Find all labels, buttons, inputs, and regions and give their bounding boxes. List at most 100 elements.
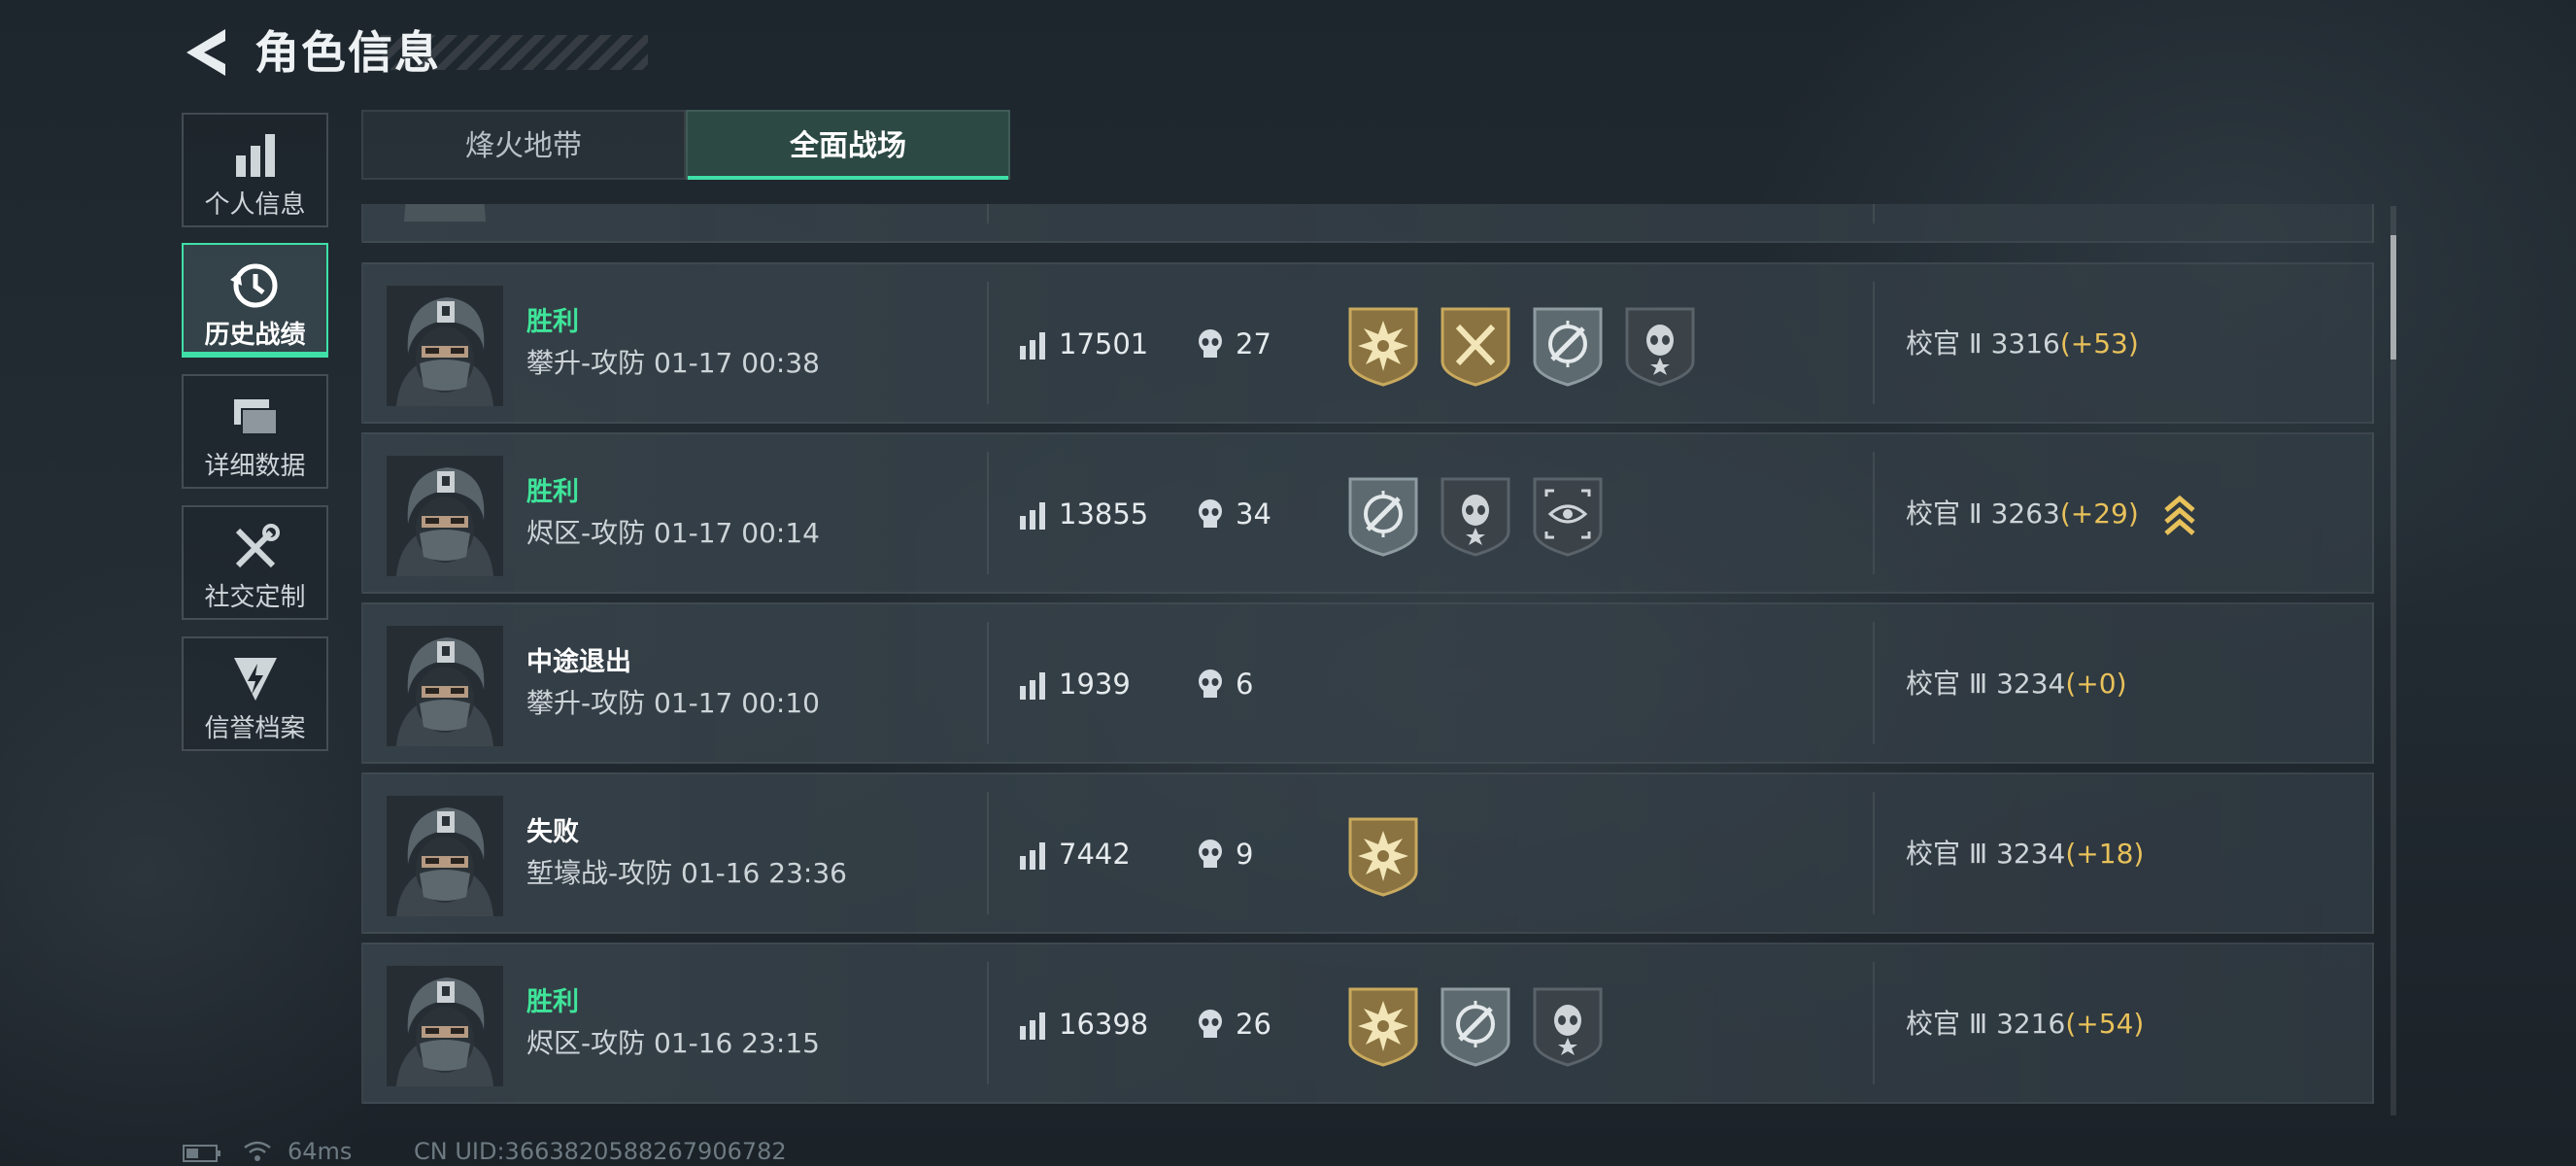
player-uid: CN UID:3663820588267906782 [414,1138,787,1165]
gold-explosion-badge-icon[interactable] [1346,815,1420,897]
dark-skull-star-badge-icon[interactable] [1439,475,1512,557]
wifi-icon [244,1141,271,1161]
score-bar-icon [1020,1012,1045,1040]
rank-delta: (+29) [2059,497,2139,530]
clock-history-icon [229,263,277,308]
row-divider [987,452,989,574]
match-mode-time: 攀升-攻防 01-17 00:38 [526,347,820,379]
row-divider [1873,282,1875,404]
avatar [387,456,503,576]
sidebar-item-label: 信誉档案 [204,714,306,743]
bar-chart-icon [235,134,275,177]
sidebar-item-label: 个人信息 [204,190,306,220]
rank-score: 校官 Ⅲ 3234(+18) [1906,835,2144,874]
tools-icon [235,524,280,568]
ping-readout: 64ms [288,1138,353,1165]
cards-icon [233,399,278,435]
sidebar-item-label: 社交定制 [204,583,306,612]
battery-icon [183,1145,220,1162]
skull-kill-icon [1199,1010,1222,1038]
row-divider [987,282,989,404]
rank-label: 校官 Ⅱ 3263 [1906,497,2060,530]
match-result: 胜利 [526,477,579,507]
rank-delta: (+18) [2065,838,2145,870]
tab-warzone[interactable]: 烽火地带 [361,110,686,180]
score-bar-icon [1020,672,1045,700]
match-kills: 27 [1236,327,1271,360]
match-kills: 6 [1236,668,1254,701]
match-score: 7442 [1059,838,1131,871]
dark-eye-target-badge-icon[interactable] [1531,475,1605,557]
rank-score: 校官 Ⅱ 3316(+53) [1906,325,2139,363]
match-result: 失败 [526,817,579,847]
rank-label: 校官 Ⅲ 3234 [1906,838,2066,870]
gold-tools-badge-icon[interactable] [1439,305,1512,387]
sidebar-item-match-history[interactable]: 历史战绩 [182,243,328,358]
rank-label: 校官 Ⅱ 3316 [1906,327,2060,360]
match-score: 13855 [1059,497,1149,531]
score-bar-icon [1020,842,1045,870]
match-result: 胜利 [526,987,579,1017]
sidebar-item-reputation[interactable]: 信誉档案 [182,636,328,751]
silver-crosshair-rifle-badge-icon[interactable] [1439,985,1512,1067]
back-arrow-icon[interactable] [183,25,229,80]
match-row-partial[interactable] [361,204,2374,243]
avatar [387,286,503,406]
row-divider [987,622,989,744]
match-history-list[interactable]: 胜利 攀升-攻防 01-17 00:38 17501 27 校官 Ⅱ 3316(+53)… [361,204,2374,1120]
rank-delta: (+54) [2065,1008,2145,1040]
score-bar-icon [1020,332,1045,360]
match-row[interactable]: 胜利烬区-攻防 01-16 23:15 16398 26 校官 Ⅲ 3216(+54) [361,943,2374,1104]
dark-skull-star-badge-icon[interactable] [1623,305,1697,387]
silver-crosshair-rifle-badge-icon[interactable] [1346,475,1420,557]
rank-label: 校官 Ⅲ 3216 [1906,1008,2066,1040]
row-divider [1873,962,1875,1084]
avatar [387,796,503,916]
shield-bolt-icon [233,658,277,701]
silver-crosshair-rifle-badge-icon[interactable] [1531,305,1605,387]
rank-delta: (+0) [2065,668,2127,700]
avatar [387,966,503,1086]
match-score: 1939 [1059,668,1131,701]
skull-kill-icon [1199,329,1222,358]
match-kills: 26 [1236,1008,1271,1041]
sidebar-item-personal-info[interactable]: 个人信息 [182,113,328,227]
match-mode-time: 攀升-攻防 01-17 00:10 [526,687,820,719]
scrollbar-thumb[interactable] [2390,235,2396,360]
rank-score: 校官 Ⅲ 3216(+54) [1906,1005,2144,1044]
rank-score: 校官 Ⅱ 3263(+29) [1906,495,2139,533]
match-result: 中途退出 [526,647,631,677]
tab-full-battlefield[interactable]: 全面战场 [686,110,1010,180]
gold-explosion-badge-icon[interactable] [1346,305,1420,387]
skull-kill-icon [1199,669,1222,698]
match-mode-time: 堑壕战-攻防 01-16 23:36 [526,857,847,889]
match-row[interactable]: 失败 堑壕战-攻防 01-16 23:36 7442 9 校官 Ⅲ 3234(+18) [361,772,2374,934]
skull-kill-icon [1199,840,1222,868]
match-mode-time: 烬区-攻防 01-16 23:15 [526,1027,820,1059]
sidebar-item-detailed-data[interactable]: 详细数据 [182,374,328,489]
row-divider [1873,622,1875,744]
row-divider [1873,792,1875,914]
skull-kill-icon [1199,499,1222,528]
match-mode-time: 烬区-攻防 01-17 00:14 [526,517,820,549]
gold-explosion-badge-icon[interactable] [1346,985,1420,1067]
row-divider [987,962,989,1084]
sidebar-item-label: 历史战绩 [204,321,306,350]
match-score: 17501 [1059,327,1149,360]
mode-tabs: 烽火地带 全面战场 [361,110,1010,180]
rank-score: 校官 Ⅲ 3234(+0) [1906,665,2127,703]
score-bar-icon [1020,502,1045,530]
match-row[interactable]: 中途退出攀升-攻防 01-17 00:10 1939 6 校官 Ⅲ 3234(+0) [361,602,2374,764]
rank-delta: (+53) [2059,327,2139,360]
row-divider [987,792,989,914]
row-divider [1873,452,1875,574]
avatar [387,626,503,746]
match-kills: 34 [1236,497,1271,531]
match-score: 16398 [1059,1008,1149,1041]
dark-skull-star-badge-icon[interactable] [1531,985,1605,1067]
match-row[interactable]: 胜利烬区-攻防 01-17 00:14 13855 34 校官 Ⅱ 3263(+29) [361,432,2374,594]
sidebar-item-social-custom[interactable]: 社交定制 [182,505,328,620]
match-result: 胜利 [526,307,579,337]
match-row[interactable]: 胜利攀升-攻防 01-17 00:38 17501 27 校官 Ⅱ 3316(+53) [361,262,2374,424]
title-decoration [381,35,648,70]
